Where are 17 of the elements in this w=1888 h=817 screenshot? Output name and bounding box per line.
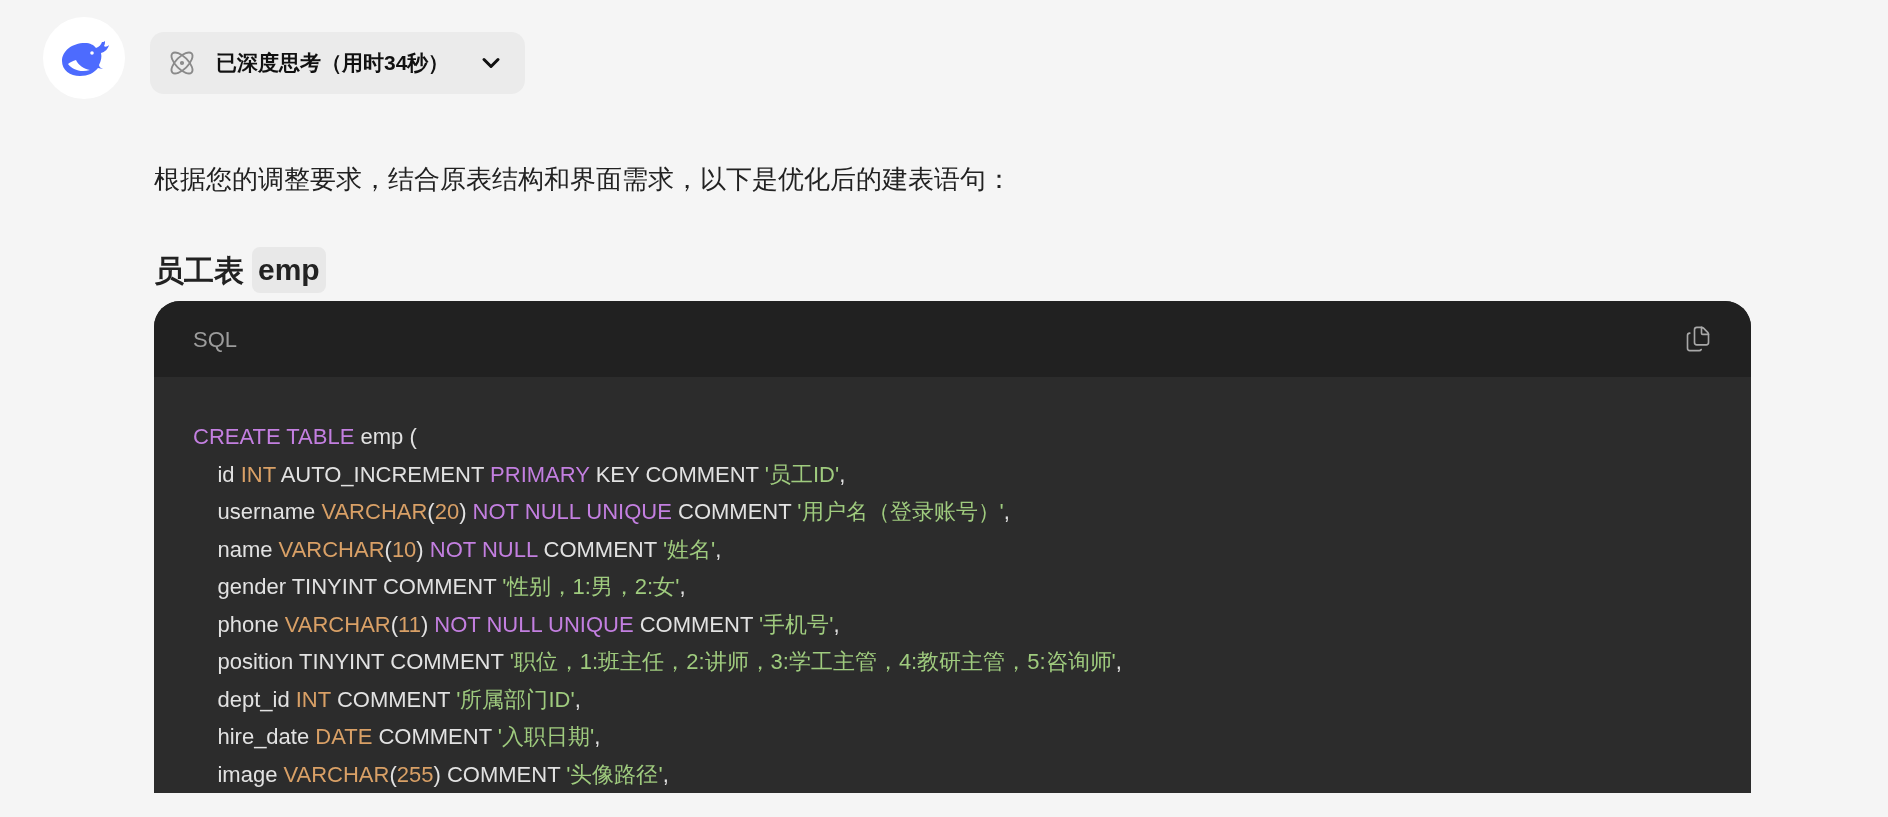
inline-code: emp [252,247,326,293]
code-line: name VARCHAR(10) NOT NULL COMMENT '姓名', [216,535,722,564]
code-line: id INT AUTO_INCREMENT PRIMARY KEY COMMENT '员工ID', [216,460,846,489]
code-line: hire_date DATE COMMENT '入职日期', [216,723,601,751]
thinking-toggle[interactable]: 已深度思考（用时34秒） [150,32,526,94]
code-line: username VARCHAR(20) NOT NULL UNIQUE COMMENT '用户名（登录账号）', [216,498,1010,526]
atom-icon [168,49,196,77]
section-heading: 员工表 [154,252,244,289]
code-line: position TINYINT COMMENT '职位，1:班主任，2:讲师，3:学工主管，4:教研主管，5:咨询师', [216,648,1122,676]
code-line: CREATE TABLE emp ( [193,423,417,451]
copy-icon[interactable] [1684,325,1712,353]
code-line: dept_id INT COMMENT '所属部门ID', [216,685,581,714]
code-language: SQL [193,325,238,354]
code-line: phone VARCHAR(11) NOT NULL UNIQUE COMMENT '手机号', [216,610,840,639]
code-line: image VARCHAR(255) COMMENT '头像路径', [216,760,669,789]
intro-text: 根据您的调整要求，结合原表结构和界面需求，以下是优化后的建表语句： [154,163,1013,196]
code-line: gender TINYINT COMMENT '性别，1:男，2:女', [216,573,686,601]
